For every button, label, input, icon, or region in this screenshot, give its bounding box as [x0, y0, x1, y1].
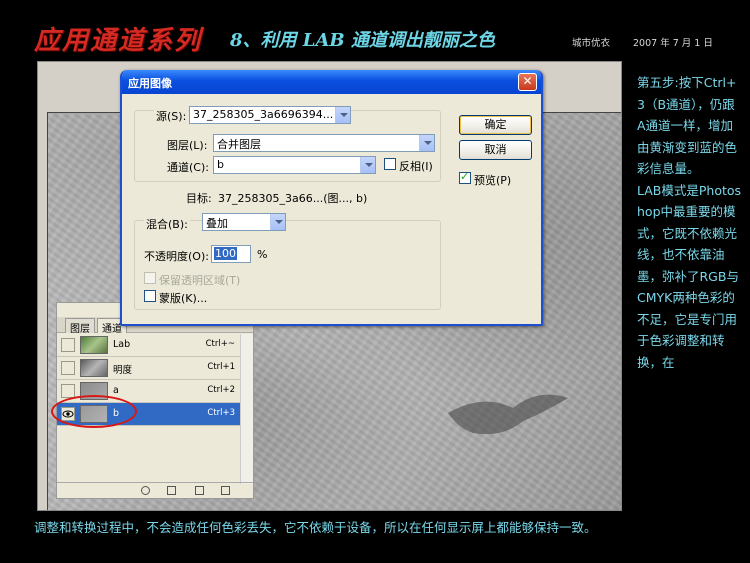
lesson-title: 8、利用 LAB 通道调出靓丽之色: [230, 30, 495, 51]
blend-mode-dropdown[interactable]: 叠加: [202, 213, 286, 231]
channel-label: 通道(C):: [167, 161, 209, 174]
close-icon[interactable]: ✕: [518, 73, 537, 91]
side-text: 第五步:按下Ctrl+3（B通道），仍跟A通道一样，增加由黄渐变到蓝的色彩信息量…: [637, 72, 743, 373]
preview-label: 预览(P): [474, 174, 512, 187]
source-label: 源(S):: [154, 108, 189, 124]
channel-thumbnail: [80, 336, 108, 354]
target-value: 37_258305_3a66...(图..., b): [218, 192, 368, 205]
preserve-transparency-label: 保留透明区域(T): [159, 274, 241, 287]
preview-checkbox[interactable]: [459, 170, 471, 184]
channel-name: a: [113, 385, 119, 396]
channel-row-lightness[interactable]: 明度 Ctrl+1: [57, 357, 253, 380]
dialog-titlebar[interactable]: 应用图像 ✕: [122, 70, 541, 94]
source-dropdown[interactable]: 37_258305_3a6696394...: [189, 106, 351, 124]
dialog-title: 应用图像: [128, 77, 172, 90]
step-text: 第五步:按下Ctrl+3（B通道），仍跟A通道一样，增加由黄渐变到蓝的色彩信息量…: [637, 75, 738, 176]
channel-dropdown[interactable]: b: [213, 156, 376, 174]
channel-thumbnail: [80, 359, 108, 377]
author-name: 城市优衣: [572, 38, 611, 49]
chevron-down-icon: [270, 214, 285, 230]
ok-button[interactable]: 确定: [459, 115, 532, 135]
channel-shortcut: Ctrl+~: [205, 339, 235, 349]
invert-label: 反相(I): [399, 160, 433, 173]
new-channel-icon[interactable]: [195, 486, 204, 495]
chevron-down-icon: [419, 135, 434, 151]
target-label: 目标:: [186, 192, 212, 205]
cancel-button[interactable]: 取消: [459, 140, 532, 160]
trash-icon[interactable]: [221, 486, 230, 495]
invert-checkbox[interactable]: [384, 158, 396, 170]
channels-scrollbar[interactable]: [240, 334, 253, 484]
load-selection-icon[interactable]: [141, 486, 150, 495]
mask-checkbox[interactable]: [144, 290, 156, 302]
lab-description: LAB模式是Photoshop中最重要的模式，它既不依赖光线，也不依靠油墨，弥补…: [637, 182, 742, 370]
channel-row-lab[interactable]: Lab Ctrl+~: [57, 334, 253, 357]
chevron-down-icon: [360, 157, 375, 173]
channel-shortcut: Ctrl+2: [207, 385, 235, 395]
opacity-label: 不透明度(O):: [144, 250, 209, 263]
series-title: 应用通道系列: [34, 26, 203, 56]
preserve-transparency-checkbox[interactable]: [144, 272, 156, 284]
blend-value: 叠加: [206, 217, 228, 230]
layer-label: 图层(L):: [167, 139, 208, 152]
visibility-toggle[interactable]: [61, 338, 75, 352]
layer-dropdown[interactable]: 合并图层: [213, 134, 435, 152]
opacity-input[interactable]: 100: [211, 245, 251, 263]
chevron-down-icon: [335, 107, 350, 123]
tab-layers[interactable]: 图层: [65, 318, 95, 335]
channel-name: Lab: [113, 339, 131, 350]
bird-silhouette-image: [448, 394, 568, 435]
channel-name: 明度: [113, 365, 133, 376]
apply-image-dialog: 应用图像 ✕ 源(S): 37_258305_3a6696394... 图层(L…: [120, 70, 543, 326]
channel-shortcut: Ctrl+3: [207, 408, 235, 418]
channel-value: b: [217, 158, 224, 171]
visibility-toggle[interactable]: [61, 384, 75, 398]
bottom-text: 调整和转换过程中，不会造成任何色彩丢失，它不依赖于设备，所以在任何显示屏上都能够…: [34, 520, 597, 535]
save-selection-icon[interactable]: [167, 486, 176, 495]
annotation-circle: [51, 395, 137, 428]
blend-label: 混合(B):: [144, 216, 190, 232]
source-value: 37_258305_3a6696394...: [193, 108, 334, 121]
channel-shortcut: Ctrl+1: [207, 362, 235, 372]
layer-value: 合并图层: [217, 138, 261, 151]
opacity-value: 100: [214, 247, 237, 260]
visibility-toggle[interactable]: [61, 361, 75, 375]
publish-date: 2007 年 7 月 1 日: [633, 38, 713, 49]
mask-label: 蒙版(K)...: [159, 292, 208, 305]
opacity-unit: %: [257, 248, 268, 261]
channels-panel-footer: [57, 482, 253, 498]
